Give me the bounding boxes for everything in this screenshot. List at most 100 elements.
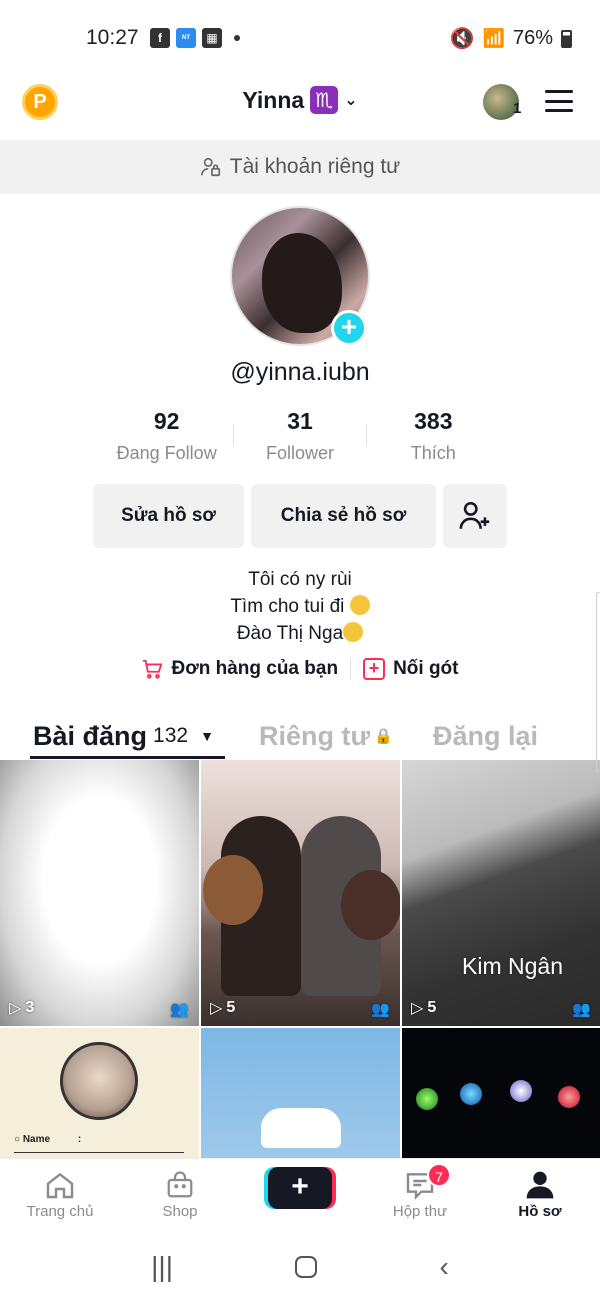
stat-following[interactable]: 92 Đang Follow [100, 408, 233, 464]
bottom-navigation: Trang chủ Shop + 7 Hộp thư Hồ sơ [0, 1158, 600, 1234]
user-lock-icon [200, 157, 220, 177]
status-time: 10:27 [86, 26, 139, 49]
profile-bio: Tôi có ny rùi Tìm cho tui đi Đào Thị Nga [0, 566, 600, 647]
content-tabs: Bài đăng 132 ▼ Riêng tư 🔒 Đăng lại [0, 712, 600, 760]
orders-link[interactable]: Đơn hàng của bạn [141, 658, 338, 680]
star-orb [558, 1086, 580, 1108]
chevron-down-icon: ⌄ [344, 92, 358, 109]
video-thumbnail[interactable]: ▷ 5 👥 [201, 760, 400, 1026]
nav-shop[interactable]: Shop [135, 1167, 225, 1220]
nav-inbox[interactable]: 7 Hộp thư [375, 1163, 465, 1220]
stat-following-value: 92 [153, 408, 180, 434]
bio-line-3: Đào Thị Nga [0, 620, 600, 647]
view-count: ▷ 3 [9, 999, 35, 1017]
link-divider [350, 658, 352, 680]
play-icon: ▷ [9, 1000, 22, 1017]
friends-count: 1 [513, 100, 522, 117]
tab-repost[interactable]: Đăng lại [433, 712, 538, 760]
tab-posts[interactable]: Bài đăng 132 ▼ [33, 712, 214, 760]
battery-icon [561, 29, 572, 48]
star-orb [510, 1080, 532, 1102]
form-line [14, 1152, 184, 1153]
create-video-button[interactable]: + [268, 1167, 332, 1209]
tab-repost-label: Đăng lại [433, 720, 539, 751]
app-notification-icon: ▦ [202, 28, 222, 48]
tab-posts-count: 132 [153, 724, 189, 747]
add-story-button[interactable]: + [331, 310, 367, 346]
stat-following-label: Đang Follow [116, 443, 217, 463]
play-icon: ▷ [411, 1000, 424, 1017]
inbox-icon [375, 1167, 465, 1203]
duet-link-label: Nối gót [393, 658, 459, 679]
stat-followers-label: Follower [265, 443, 334, 463]
back-icon[interactable]: ‹ [440, 1251, 449, 1283]
scroll-indicator[interactable] [596, 592, 600, 772]
stat-followers-value: 31 [287, 408, 313, 434]
tab-private-label: Riêng tư [259, 720, 371, 751]
nav-home[interactable]: Trang chủ [15, 1167, 105, 1220]
add-friend-button[interactable] [443, 484, 507, 548]
stat-likes[interactable]: 383 Thích [367, 408, 500, 464]
inbox-badge: 7 [427, 1163, 451, 1187]
mute-icon: 🔇 [449, 28, 475, 50]
nav-inbox-label: Hộp thư [392, 1203, 448, 1220]
friends-only-icon: 👥 [572, 1001, 591, 1018]
cloud-shape [261, 1108, 341, 1148]
star-orb [460, 1083, 482, 1105]
profile-icon [495, 1167, 585, 1203]
wifi-icon: 📶 [482, 28, 505, 48]
stat-followers[interactable]: 31 Follower [233, 408, 366, 464]
profile-actions: Sửa hồ sơ Chia sẻ hồ sơ [93, 484, 507, 548]
more-notifications-dot [234, 35, 240, 41]
private-banner-text: Tài khoản riêng tư [229, 155, 401, 178]
recent-apps-icon[interactable]: ||| [151, 1251, 173, 1283]
photo-frame [60, 1042, 138, 1120]
profile-stats: 92 Đang Follow 31 Follower 383 Thích [100, 408, 500, 464]
share-profile-button[interactable]: Chia sẻ hồ sơ [251, 484, 436, 548]
view-count: ▷ 5 [210, 999, 236, 1017]
battery-percent: 76% [512, 27, 553, 49]
caret-down-icon: ▼ [200, 728, 214, 744]
nav-home-label: Trang chủ [26, 1203, 94, 1220]
home-button-icon[interactable] [295, 1256, 318, 1278]
video-caption: Kim Ngân [462, 953, 563, 979]
duet-link[interactable]: + Nối gót [363, 658, 459, 680]
tab-posts-label: Bài đăng [33, 720, 148, 751]
facebook-icon: f [150, 28, 170, 48]
kiss-emoji-icon [343, 622, 364, 642]
stat-likes-value: 383 [414, 408, 453, 434]
profile-links: Đơn hàng của bạn + Nối gót [0, 658, 600, 680]
teddy-bear-shape [203, 855, 263, 925]
orders-link-label: Đơn hàng của bạn [171, 658, 339, 679]
nav-shop-label: Shop [162, 1203, 198, 1220]
cart-icon [143, 659, 163, 679]
system-navigation: ||| ‹ [0, 1234, 600, 1300]
video-thumbnail[interactable]: Kim Ngân ▷ 5 👥 [402, 760, 600, 1026]
teddy-bear-shape [341, 870, 400, 940]
profile-handle: @yinna.iubn [230, 358, 370, 386]
private-account-banner: Tài khoản riêng tư [0, 140, 600, 194]
video-caption: ○ Name : [14, 1134, 82, 1145]
tab-active-indicator [30, 756, 225, 759]
friends-only-icon: 👥 [170, 1001, 189, 1018]
plus-box-icon: + [363, 658, 386, 680]
lock-icon: 🔒 [374, 728, 393, 745]
zodiac-icon: ♏ [310, 86, 339, 114]
video-thumbnail[interactable] [201, 1028, 400, 1163]
menu-icon[interactable] [545, 90, 573, 112]
star-orb [416, 1088, 438, 1110]
edit-profile-button[interactable]: Sửa hồ sơ [93, 484, 244, 548]
status-right: 🔇 📶 76% [450, 26, 572, 51]
video-thumbnail[interactable] [402, 1028, 600, 1163]
status-bar: 10:27 f NT ▦ 🔇 📶 76% [0, 0, 600, 78]
nav-profile[interactable]: Hồ sơ [495, 1167, 585, 1220]
play-icon: ▷ [210, 1000, 223, 1017]
grimace-emoji-icon [349, 595, 370, 615]
status-notification-icons: f NT ▦ [150, 28, 240, 48]
video-thumbnail[interactable]: ▷ 3 👥 [0, 760, 199, 1026]
tab-private[interactable]: Riêng tư 🔒 [259, 712, 393, 760]
home-icon [15, 1167, 105, 1203]
friends-only-icon: 👥 [371, 1001, 390, 1018]
video-thumbnail[interactable]: ○ Name : [0, 1028, 199, 1163]
video-grid: ▷ 3 👥 ▷ 5 👥 Kim Ngân ▷ 5 👥 ○ Name : [0, 760, 600, 1163]
